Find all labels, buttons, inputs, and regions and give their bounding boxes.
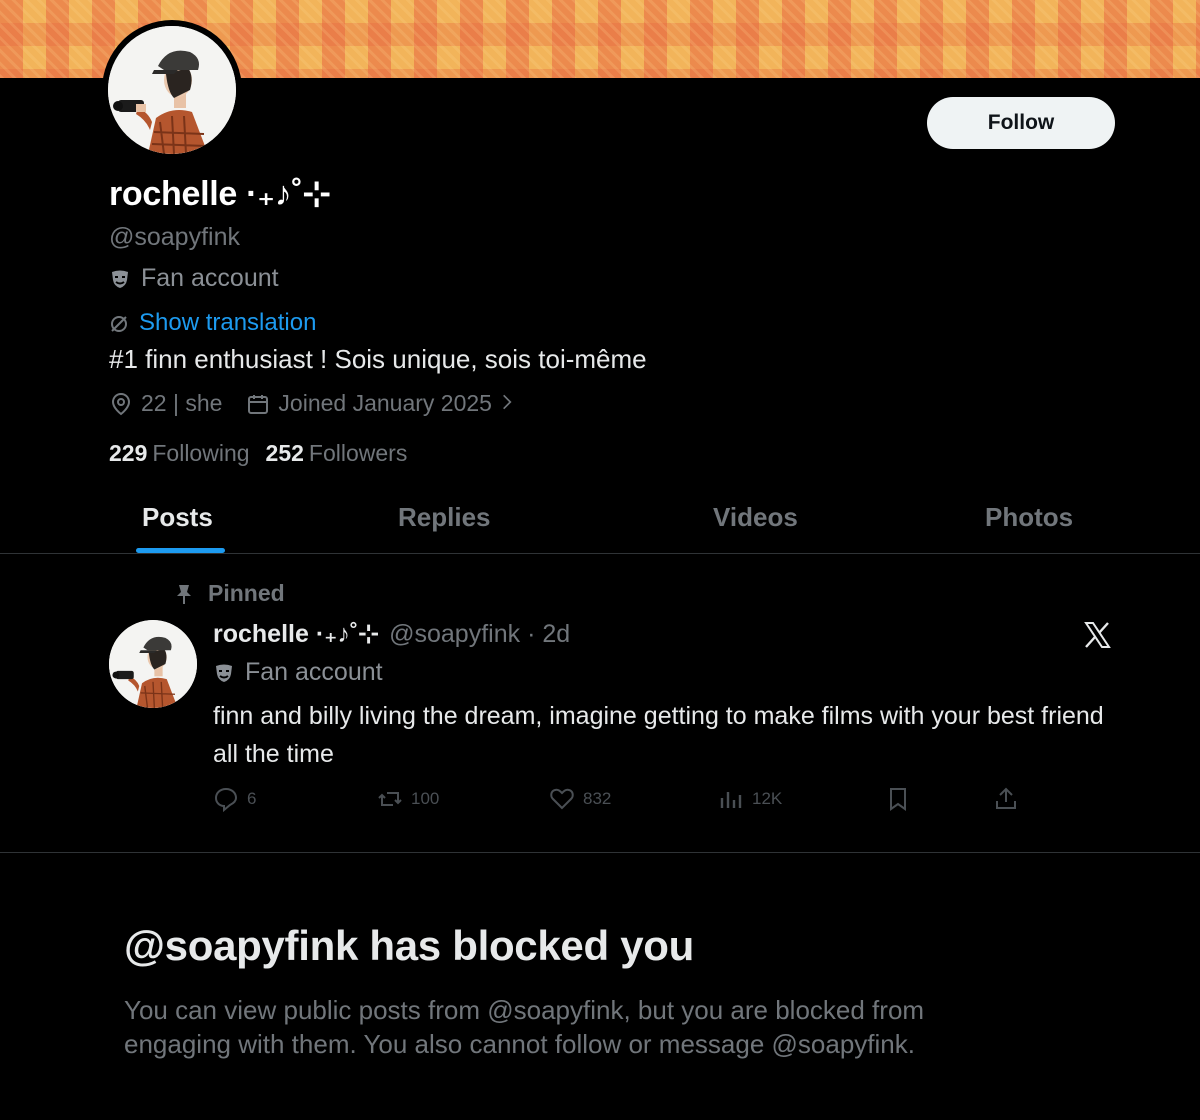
profile-avatar[interactable]: [102, 20, 242, 160]
post-text: finn and billy living the dream, imagine…: [213, 702, 1104, 768]
reply-button[interactable]: 6: [213, 786, 256, 812]
post-author-name[interactable]: rochelle ·₊♪˚⊹: [213, 619, 379, 649]
follow-button[interactable]: Follow: [927, 97, 1115, 149]
followers-link[interactable]: 252 Followers: [266, 440, 408, 467]
translate-icon: [109, 313, 129, 333]
location-icon: [109, 392, 133, 416]
tab-posts[interactable]: Posts: [142, 502, 213, 533]
profile-handle: @soapyfink: [109, 223, 240, 251]
tab-videos[interactable]: Videos: [713, 502, 798, 533]
post-actions: 6 100 832 12K: [213, 786, 1033, 816]
profile-category: Fan account: [109, 264, 279, 293]
follow-counts: 229 Following 252 Followers: [109, 440, 407, 467]
active-tab-indicator: [136, 548, 225, 553]
bookmark-icon: [890, 788, 906, 811]
tab-replies[interactable]: Replies: [398, 502, 491, 533]
post-author-category: Fan account: [213, 658, 383, 687]
profile-meta: 22 | she Joined January 2025: [109, 390, 536, 417]
theater-masks-icon: [213, 662, 235, 684]
views-button[interactable]: 12K: [718, 786, 782, 812]
theater-masks-icon: [109, 268, 131, 290]
post-author-meta: @soapyfink · 2d: [389, 620, 571, 648]
profile-joined: Joined January 2025: [278, 390, 492, 416]
profile-location: 22 | she: [141, 390, 223, 416]
following-link[interactable]: 229 Following: [109, 440, 250, 467]
share-button[interactable]: [993, 786, 1019, 812]
repost-button[interactable]: 100: [377, 786, 439, 812]
x-logo-icon: [1082, 620, 1112, 650]
like-button[interactable]: 832: [549, 786, 611, 812]
chevron-right-icon: [502, 390, 512, 417]
heart-icon: [550, 788, 574, 810]
post-author-avatar[interactable]: [109, 620, 197, 708]
profile-bio: #1 finn enthusiast ! Sois unique, sois t…: [109, 344, 647, 374]
post-header: rochelle ·₊♪˚⊹ @soapyfink · 2d: [213, 619, 570, 649]
pinned-label: Pinned: [174, 580, 285, 607]
share-icon: [996, 787, 1016, 809]
blocked-title: @soapyfink has blocked you: [124, 922, 694, 969]
calendar-icon: [246, 392, 270, 416]
blocked-message: You can view public posts from @soapyfin…: [124, 995, 925, 1059]
show-translation-link[interactable]: Show translation: [109, 309, 316, 337]
show-translation-label[interactable]: Show translation: [139, 309, 316, 337]
repost-icon: [378, 792, 402, 806]
bookmark-button[interactable]: [885, 786, 911, 812]
reply-icon: [214, 787, 238, 812]
pin-icon: [174, 583, 194, 605]
profile-tabs: Posts Replies Videos Photos: [0, 490, 1200, 554]
profile-category-label: Fan account: [141, 264, 279, 292]
tab-photos[interactable]: Photos: [985, 502, 1073, 533]
section-divider: [0, 852, 1200, 853]
joined-date-link[interactable]: Joined January 2025: [246, 390, 512, 417]
profile-name: rochelle ·₊♪˚⊹: [109, 175, 331, 213]
views-icon: [720, 792, 742, 808]
